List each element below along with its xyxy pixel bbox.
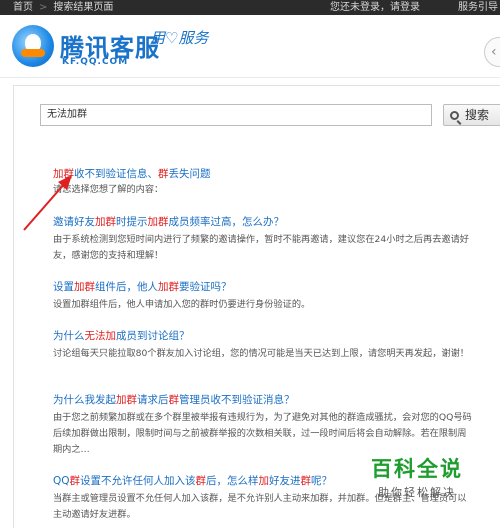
result-desc-4: 讨论组每天只能拉取80个群友加入讨论组，您的情况可能是当天已达到上限，请您明天再…: [53, 348, 469, 359]
slogan-right: 服务: [178, 29, 209, 47]
result-desc-1: 请您选择您想了解的内容：: [53, 184, 164, 195]
watermark: 百科全说 助你轻松解决: [352, 453, 482, 500]
slogan-left: 用: [150, 29, 166, 47]
title-text: 时提示: [116, 216, 148, 228]
result-title-3[interactable]: 设置加群组件后，他人加群要验证吗？: [53, 279, 232, 294]
watermark-subtitle: 助你轻松解决: [378, 486, 456, 499]
title-highlight: 群: [300, 475, 312, 487]
result-title-2[interactable]: 邀请好友加群时提示加群成员频率过高，怎么办？: [53, 214, 284, 229]
qq-penguin-logo-icon[interactable]: [12, 25, 54, 67]
title-highlight: 群: [195, 475, 207, 487]
breadcrumb-separator: >: [39, 2, 48, 13]
title-text: 呢？: [311, 475, 333, 487]
result-title-4[interactable]: 为什么无法加成员到讨论组？: [53, 328, 190, 343]
logo-url: KF.QQ.COM: [62, 57, 129, 67]
result-title-6[interactable]: QQ群设置不允许任何人加入该群后，怎么样加好友进群呢？: [53, 473, 332, 488]
title-highlight: 加群: [147, 216, 169, 228]
search-input[interactable]: 无法加群: [40, 104, 432, 126]
search-button[interactable]: 搜索: [443, 104, 500, 126]
title-text: QQ: [53, 475, 70, 487]
breadcrumb-current: 搜索结果页面: [53, 2, 114, 13]
title-text: 设置不允许任何人加入该: [80, 475, 196, 487]
search-button-label: 搜索: [465, 108, 490, 122]
title-highlight: 加群: [74, 281, 95, 293]
title-text: 要验证吗？: [179, 281, 232, 293]
title-text: 设置: [53, 281, 74, 293]
title-highlight: 群: [69, 475, 81, 487]
annotation-arrow-icon: [23, 175, 72, 231]
title-text: 为什么我发起: [53, 394, 116, 406]
service-guide-link[interactable]: 服务引导: [458, 0, 498, 15]
search-icon: [450, 111, 459, 120]
title-text: 好友进: [269, 475, 301, 487]
title-text: 管理员收不到验证消息？: [179, 394, 295, 406]
title-text: 成员到讨论组？: [116, 330, 190, 342]
result-desc-2: 由于系统检测到您短时间内进行了频繁的邀请操作，暂时不能再邀请，建议您在24小时之…: [53, 234, 469, 261]
title-highlight: 加群: [95, 216, 116, 228]
heart-icon: ♡: [165, 29, 179, 47]
top-nav-bar: 首页 > 搜索结果页面 您还未登录，请登录 服务引导: [0, 0, 500, 15]
login-prompt[interactable]: 您还未登录，请登录: [330, 0, 420, 15]
title-highlight: 加群: [158, 281, 179, 293]
title-highlight: 群: [158, 168, 169, 180]
header-side-button[interactable]: ‹: [484, 37, 500, 67]
title-text: 后，怎么样: [206, 475, 259, 487]
title-highlight: 群: [168, 394, 180, 406]
title-text: 收不到验证信息、: [74, 168, 158, 180]
title-highlight: 加群: [116, 394, 137, 406]
breadcrumb-home-link[interactable]: 首页: [13, 0, 33, 15]
title-highlight: 无法加: [84, 330, 117, 342]
result-title-5[interactable]: 为什么我发起加群请求后群管理员收不到验证消息？: [53, 392, 295, 407]
title-text: 丢失问题: [168, 168, 211, 180]
site-header: 腾讯客服 KF.QQ.COM 用♡服务 ‹: [0, 15, 500, 78]
title-text: 组件后，他人: [95, 281, 158, 293]
title-text: 成员频率过高，怎么办？: [168, 216, 285, 228]
title-text: 请求后: [137, 394, 169, 406]
title-highlight: 加: [258, 475, 270, 487]
watermark-title: 百科全说: [371, 457, 463, 481]
slogan: 用♡服务: [150, 27, 208, 48]
result-desc-3: 设置加群组件后，他人申请加入您的群时仍要进行身份验证的。: [53, 299, 311, 310]
title-text: 为什么: [53, 330, 85, 342]
breadcrumb: 首页 > 搜索结果页面: [13, 0, 113, 15]
login-link[interactable]: 您还未登录，请登录: [330, 2, 420, 13]
result-desc-5: 由于您之前频繁加群或在多个群里被举报有违规行为，为了避免对其他的群造成骚扰，会对…: [53, 412, 472, 455]
